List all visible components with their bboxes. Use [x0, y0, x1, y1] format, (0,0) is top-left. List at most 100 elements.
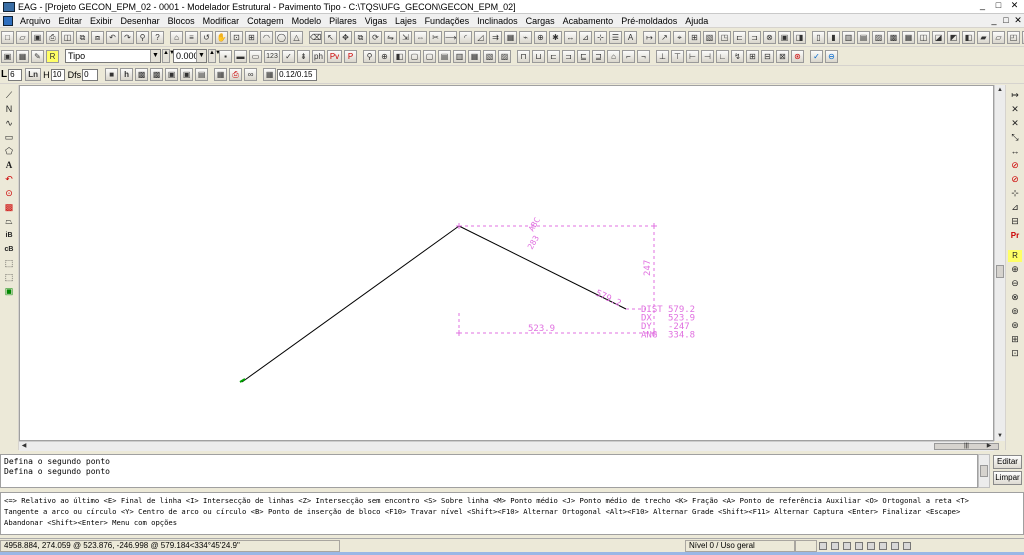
- h-button[interactable]: h: [120, 68, 134, 81]
- floor-combo[interactable]: Tipo ▼: [65, 49, 161, 63]
- beam-section3-icon[interactable]: ⊏: [547, 49, 560, 63]
- elevation-stepper[interactable]: ▲▼: [208, 49, 221, 63]
- ph-icon[interactable]: ph: [312, 49, 325, 63]
- beam-section4-icon[interactable]: ⊐: [562, 49, 575, 63]
- menu-lajes[interactable]: Lajes: [391, 16, 421, 26]
- support4-icon[interactable]: ⊣: [701, 49, 714, 63]
- polyline-icon[interactable]: Ν: [2, 104, 16, 116]
- support10-icon[interactable]: ⊛: [791, 49, 804, 63]
- support2-icon[interactable]: ⊤: [671, 49, 684, 63]
- snap-indicator[interactable]: [843, 541, 851, 550]
- block-icon[interactable]: ◳: [718, 30, 731, 44]
- pillar-n-icon[interactable]: ◰: [1007, 30, 1020, 44]
- select2-icon[interactable]: ⬚: [2, 272, 16, 284]
- move-icon[interactable]: ✥: [339, 30, 352, 44]
- redraw-icon[interactable]: ⊡: [1008, 348, 1022, 360]
- rectangle-icon[interactable]: ▭: [2, 132, 16, 144]
- circle-icon[interactable]: ⊙: [2, 188, 16, 200]
- chevron-down-icon[interactable]: ▼: [196, 50, 206, 62]
- extend-icon[interactable]: ⟶: [444, 30, 457, 44]
- attr-icon[interactable]: ▣: [778, 30, 791, 44]
- zoom-all-icon[interactable]: ⊞: [245, 30, 258, 44]
- snap-endpoint-icon[interactable]: ↦: [1008, 90, 1022, 102]
- area-icon[interactable]: ⊹: [594, 30, 607, 44]
- xref-icon[interactable]: ⊗: [763, 30, 776, 44]
- L-input[interactable]: 6: [8, 68, 23, 81]
- snap-apparent-icon[interactable]: ✕: [1008, 118, 1022, 130]
- close-button[interactable]: ✕: [1008, 1, 1021, 12]
- hatch2-icon[interactable]: ▩: [150, 68, 164, 81]
- rotate-icon[interactable]: ⟳: [369, 30, 382, 44]
- pan-icon[interactable]: ⊞: [1008, 334, 1022, 346]
- track-indicator[interactable]: [903, 541, 911, 550]
- zoom-win-icon[interactable]: ⊡: [230, 30, 243, 44]
- coords-icon[interactable]: ☰: [609, 30, 622, 44]
- check-icon[interactable]: ✓: [282, 49, 295, 63]
- pillar-e-icon[interactable]: ▨: [872, 30, 885, 44]
- eraser-icon[interactable]: ⌫: [309, 30, 322, 44]
- copy-icon[interactable]: ⧉: [76, 30, 89, 44]
- clear-button[interactable]: Limpar: [993, 471, 1022, 485]
- pillar-a-icon[interactable]: ▯: [812, 30, 825, 44]
- window6-icon[interactable]: ▧: [483, 49, 496, 63]
- save-icon[interactable]: ▣: [1, 49, 14, 63]
- stretch-icon[interactable]: ⇔: [414, 30, 427, 44]
- dynamic-indicator[interactable]: [879, 541, 887, 550]
- fill-icon[interactable]: ■: [105, 68, 119, 81]
- toggle-icon[interactable]: ⊖: [825, 49, 838, 63]
- pillar-j-icon[interactable]: ◩: [947, 30, 960, 44]
- command-scrollbar[interactable]: [978, 454, 990, 488]
- pillar-c-icon[interactable]: ▥: [842, 30, 855, 44]
- print-icon[interactable]: ⎙: [229, 68, 243, 81]
- snap-intersection-icon[interactable]: ✕: [1008, 104, 1022, 116]
- beam-section2-icon[interactable]: ⊔: [532, 49, 545, 63]
- pillar-f-icon[interactable]: ▩: [887, 30, 900, 44]
- minimize-button[interactable]: _: [976, 1, 989, 12]
- capture-indicator[interactable]: [855, 541, 863, 550]
- curve-icon[interactable]: ∿: [2, 118, 16, 130]
- menu-arquivo[interactable]: Arquivo: [16, 16, 55, 26]
- number-icon[interactable]: 123: [264, 49, 280, 63]
- insert-icon[interactable]: ⊐: [748, 30, 761, 44]
- menu-cargas[interactable]: Cargas: [522, 16, 559, 26]
- snap-pr-icon[interactable]: Pr: [1008, 230, 1022, 242]
- trim-icon[interactable]: ✂: [429, 30, 442, 44]
- curve-icon[interactable]: ◠: [260, 30, 273, 44]
- scroll-left-icon[interactable]: ◀: [20, 442, 28, 451]
- mdi-close-button[interactable]: ✕: [1012, 15, 1024, 26]
- snap-perpendicular-icon[interactable]: ⊘: [1008, 160, 1022, 172]
- pillar-i-icon[interactable]: ◪: [932, 30, 945, 44]
- vertical-scroll-thumb[interactable]: [996, 265, 1004, 278]
- hatch3-icon[interactable]: ▣: [165, 68, 179, 81]
- hatch5-icon[interactable]: ▤: [195, 68, 209, 81]
- zoom-icon[interactable]: ⚲: [363, 49, 376, 63]
- grid-indicator[interactable]: [831, 541, 839, 550]
- support-icon[interactable]: ⊥: [656, 49, 669, 63]
- horizontal-scrollbar[interactable]: ◀ ||| ▶: [19, 441, 999, 451]
- image-icon[interactable]: ◨: [793, 30, 806, 44]
- H-input[interactable]: 10: [50, 68, 65, 81]
- layers-icon[interactable]: ≡: [185, 30, 198, 44]
- level-lock-indicator[interactable]: [867, 541, 875, 550]
- document-icon[interactable]: [3, 15, 13, 26]
- snap-block-icon[interactable]: ⊟: [1008, 216, 1022, 228]
- Ln-button[interactable]: Ln: [25, 68, 42, 81]
- pillar-d-icon[interactable]: ▤: [857, 30, 870, 44]
- pillar-b-icon[interactable]: ▮: [827, 30, 840, 44]
- beam-section-icon[interactable]: ⊓: [517, 49, 530, 63]
- menu-modelo[interactable]: Modelo: [288, 16, 326, 26]
- text-icon[interactable]: ↦: [643, 30, 656, 44]
- beam-section5-icon[interactable]: ⊑: [577, 49, 590, 63]
- menu-blocos[interactable]: Blocos: [164, 16, 199, 26]
- menu-inclinados[interactable]: Inclinados: [473, 16, 522, 26]
- elevation-combo[interactable]: 0.000 ▼: [173, 49, 207, 63]
- pv-icon[interactable]: Pv: [327, 49, 342, 63]
- layer-icon[interactable]: ◧: [393, 49, 406, 63]
- menu-pre-moldados[interactable]: Pré-moldados: [617, 16, 681, 26]
- zoom-prev-icon[interactable]: ↺: [200, 30, 213, 44]
- window3-icon[interactable]: ▤: [438, 49, 451, 63]
- snap-midpoint-icon[interactable]: ↔: [1008, 146, 1022, 158]
- polygon-icon[interactable]: ⬠: [2, 146, 16, 158]
- edit-button[interactable]: Editar: [993, 455, 1022, 469]
- reference-icon[interactable]: R: [46, 49, 59, 63]
